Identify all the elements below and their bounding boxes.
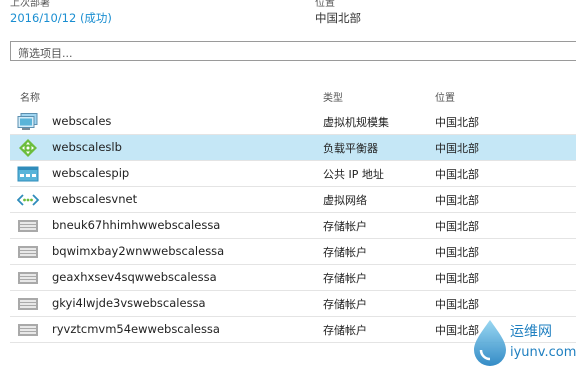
storage-account-icon [17,269,39,287]
resource-location: 中国北部 [435,272,479,285]
resource-location: 中国北部 [435,298,479,311]
resource-row[interactable]: bneuk67hhimhwwebscalessa 存储帐户 中国北部 [10,213,576,239]
resource-name[interactable]: bneuk67hhimhwwebscalessa [52,218,220,232]
resource-name[interactable]: webscaleslb [52,140,122,154]
resource-name[interactable]: bqwimxbay2wnwwebscalessa [52,244,224,258]
watermark-url: iyunv.com [510,345,576,360]
resource-row[interactable]: gkyi4lwjde3vswebscalessa 存储帐户 中国北部 [10,291,576,317]
column-header-location[interactable]: 位置 [435,89,455,104]
resource-type: 虚拟网络 [323,194,367,207]
resource-location: 中国北部 [435,168,479,181]
resource-name[interactable]: gkyi4lwjde3vswebscalessa [52,296,206,310]
resource-row[interactable]: webscales 虚拟机规模集 中国北部 [10,109,576,135]
resource-row[interactable]: bqwimxbay2wnwwebscalessa 存储帐户 中国北部 [10,239,576,265]
watermark-logo: 运维网 iyunv.com [470,316,576,366]
last-deployment-link[interactable]: 2016/10/12 (成功) [10,10,112,26]
resource-type: 存储帐户 [323,272,367,285]
storage-account-icon [17,321,39,339]
column-header-name[interactable]: 名称 [20,89,40,104]
resource-type: 存储帐户 [323,220,367,233]
column-header-type[interactable]: 类型 [323,89,343,104]
location-value: 中国北部 [315,11,361,25]
resource-name[interactable]: ryvztcmvm54ewwebscalessa [52,322,220,336]
resource-type: 负载平衡器 [323,142,378,155]
resource-type: 存储帐户 [323,324,367,337]
resource-location: 中国北部 [435,194,479,207]
resource-name[interactable]: webscales [52,114,111,128]
resource-row[interactable]: webscalespip 公共 IP 地址 中国北部 [10,161,576,187]
resource-location: 中国北部 [435,246,479,259]
resource-type: 存储帐户 [323,246,367,259]
resource-row[interactable]: webscalesvnet 虚拟网络 中国北部 [10,187,576,213]
storage-account-icon [17,243,39,261]
storage-account-icon [17,217,39,235]
resource-row-selected[interactable]: webscaleslb 负载平衡器 中国北部 [10,135,576,161]
resource-location: 中国北部 [435,142,479,155]
resource-location: 中国北部 [435,220,479,233]
vm-scale-set-icon [17,113,39,131]
load-balancer-icon [17,139,39,157]
last-deployment-label: 上次部署 [10,0,50,9]
resource-type: 虚拟机规模集 [323,116,389,129]
virtual-network-icon [16,191,40,209]
resource-type: 公共 IP 地址 [323,168,384,181]
resource-row[interactable]: geaxhxsev4sqwwebscalessa 存储帐户 中国北部 [10,265,576,291]
resource-type: 存储帐户 [323,298,367,311]
resource-name[interactable]: webscalespip [52,166,129,180]
filter-input[interactable]: 筛选项目... [10,41,576,61]
resource-name[interactable]: webscalesvnet [52,192,137,206]
storage-account-icon [17,295,39,313]
resource-location: 中国北部 [435,116,479,129]
watermark-title: 运维网 [510,324,552,340]
last-deployment: 上次部署 2016/10/12 (成功) [10,0,112,26]
public-ip-icon [17,165,39,183]
deployment-location: 位置 中国北部 [315,0,361,26]
resource-name[interactable]: geaxhxsev4sqwwebscalessa [52,270,217,284]
deployment-summary: 上次部署 2016/10/12 (成功) 位置 中国北部 [10,0,570,31]
location-label: 位置 [315,0,335,9]
